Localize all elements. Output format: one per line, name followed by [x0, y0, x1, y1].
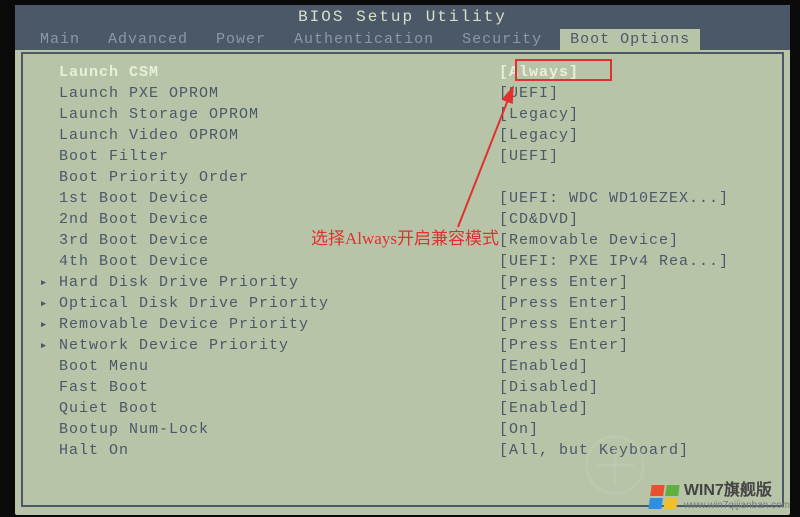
- option-value[interactable]: [Always]: [499, 64, 776, 81]
- watermark-sub: www.win7qijianban.com: [684, 500, 790, 511]
- option-row[interactable]: 1st Boot Device[UEFI: WDC WD10EZEX...]: [29, 188, 776, 209]
- submenu-arrow-icon: ▸: [29, 275, 59, 290]
- option-label: Boot Filter: [59, 148, 499, 165]
- option-label: Boot Priority Order: [59, 169, 499, 186]
- option-row[interactable]: Launch CSM[Always]: [29, 62, 776, 83]
- option-value[interactable]: [Enabled]: [499, 358, 776, 375]
- option-label: Halt On: [59, 442, 499, 459]
- option-row[interactable]: ▸Network Device Priority[Press Enter]: [29, 335, 776, 356]
- submenu-arrow-icon: ▸: [29, 338, 59, 353]
- option-row[interactable]: ▸Hard Disk Drive Priority[Press Enter]: [29, 272, 776, 293]
- option-value[interactable]: [UEFI]: [499, 85, 776, 102]
- windows-logo-icon: [648, 485, 679, 509]
- option-row[interactable]: Launch PXE OPROM[UEFI]: [29, 83, 776, 104]
- option-value[interactable]: [Press Enter]: [499, 337, 776, 354]
- tab-authentication[interactable]: Authentication: [284, 29, 444, 50]
- tab-security[interactable]: Security: [452, 29, 552, 50]
- watermark-main: WIN7旗舰版: [684, 482, 790, 500]
- option-row[interactable]: Launch Storage OPROM[Legacy]: [29, 104, 776, 125]
- annotation-text: 选择Always开启兼容模式: [311, 224, 499, 249]
- option-label: Optical Disk Drive Priority: [59, 295, 499, 312]
- option-label: Hard Disk Drive Priority: [59, 274, 499, 291]
- bios-title: BIOS Setup Utility: [15, 5, 790, 29]
- option-row[interactable]: ▸Removable Device Priority[Press Enter]: [29, 314, 776, 335]
- option-value[interactable]: [On]: [499, 421, 776, 438]
- option-row[interactable]: ▸Optical Disk Drive Priority[Press Enter…: [29, 293, 776, 314]
- option-value[interactable]: [Enabled]: [499, 400, 776, 417]
- option-label: Launch Video OPROM: [59, 127, 499, 144]
- option-value[interactable]: [Removable Device]: [499, 232, 776, 249]
- option-row[interactable]: Bootup Num-Lock[On]: [29, 419, 776, 440]
- option-value[interactable]: [UEFI]: [499, 148, 776, 165]
- option-value[interactable]: [Disabled]: [499, 379, 776, 396]
- option-label: Launch CSM: [59, 64, 499, 81]
- option-label: 4th Boot Device: [59, 253, 499, 270]
- option-value[interactable]: [UEFI: PXE IPv4 Rea...]: [499, 253, 776, 270]
- submenu-arrow-icon: ▸: [29, 296, 59, 311]
- option-label: Network Device Priority: [59, 337, 499, 354]
- option-value[interactable]: [Press Enter]: [499, 295, 776, 312]
- circle-watermark-icon: [585, 435, 645, 495]
- option-row[interactable]: Boot Menu[Enabled]: [29, 356, 776, 377]
- option-row[interactable]: Boot Priority Order: [29, 167, 776, 188]
- option-row[interactable]: 4th Boot Device[UEFI: PXE IPv4 Rea...]: [29, 251, 776, 272]
- option-row[interactable]: Quiet Boot[Enabled]: [29, 398, 776, 419]
- option-label: Quiet Boot: [59, 400, 499, 417]
- tab-boot-options[interactable]: Boot Options: [560, 29, 700, 50]
- watermark: WIN7旗舰版 www.win7qijianban.com: [650, 482, 790, 511]
- option-row[interactable]: Halt On[All, but Keyboard]: [29, 440, 776, 461]
- tab-power[interactable]: Power: [206, 29, 276, 50]
- option-value[interactable]: [Legacy]: [499, 127, 776, 144]
- option-label: Removable Device Priority: [59, 316, 499, 333]
- option-value[interactable]: [CD&DVD]: [499, 211, 776, 228]
- bios-screen: BIOS Setup Utility Main Advanced Power A…: [15, 5, 790, 515]
- option-label: 1st Boot Device: [59, 190, 499, 207]
- option-row[interactable]: Launch Video OPROM[Legacy]: [29, 125, 776, 146]
- option-label: Boot Menu: [59, 358, 499, 375]
- option-label: Fast Boot: [59, 379, 499, 396]
- tab-bar: Main Advanced Power Authentication Secur…: [15, 29, 790, 50]
- option-value[interactable]: [Legacy]: [499, 106, 776, 123]
- option-label: Launch Storage OPROM: [59, 106, 499, 123]
- option-label: Launch PXE OPROM: [59, 85, 499, 102]
- submenu-arrow-icon: ▸: [29, 317, 59, 332]
- content-panel: 选择Always开启兼容模式 Launch CSM[Always]Launch …: [21, 52, 784, 507]
- option-label: Bootup Num-Lock: [59, 421, 499, 438]
- option-row[interactable]: Boot Filter[UEFI]: [29, 146, 776, 167]
- option-row[interactable]: Fast Boot[Disabled]: [29, 377, 776, 398]
- option-value[interactable]: [UEFI: WDC WD10EZEX...]: [499, 190, 776, 207]
- option-value[interactable]: [Press Enter]: [499, 274, 776, 291]
- tab-main[interactable]: Main: [30, 29, 90, 50]
- tab-advanced[interactable]: Advanced: [98, 29, 198, 50]
- option-value[interactable]: [Press Enter]: [499, 316, 776, 333]
